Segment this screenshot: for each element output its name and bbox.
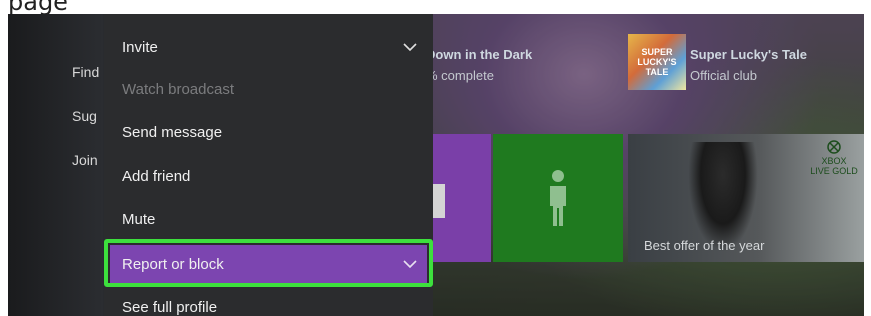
avatar-silhouette-icon bbox=[550, 170, 566, 226]
club-tile-subtitle: Official club bbox=[690, 68, 757, 83]
menu-item-label: Send message bbox=[122, 123, 223, 141]
menu-item-report-or-block[interactable]: Report or block bbox=[104, 239, 433, 287]
menu-item-label: Invite bbox=[122, 38, 158, 56]
menu-item-mute[interactable]: Mute bbox=[104, 200, 433, 238]
menu-item-label: See full profile bbox=[122, 298, 218, 316]
menu-item-send-message[interactable]: Send message bbox=[104, 113, 433, 151]
club-tile-title: Super Lucky's Tale bbox=[690, 47, 808, 62]
game-thumbnail-text: SUPER LUCKY'S TALE bbox=[637, 47, 677, 77]
menu-item-label: Add friend bbox=[122, 167, 191, 185]
chevron-down-icon bbox=[403, 260, 417, 269]
game-tile-title: Down in the Dark bbox=[426, 47, 533, 62]
top-cropped-strip: page bbox=[0, 0, 871, 14]
game-thumbnail[interactable]: SUPER LUCKY'S TALE bbox=[628, 34, 686, 90]
badge-line-1: XBOX bbox=[821, 156, 847, 166]
menu-item-label: Mute bbox=[122, 210, 156, 228]
promo-tile[interactable]: XBOX LIVE GOLD Best offer of the year bbox=[628, 134, 864, 262]
cropped-heading-text: page bbox=[8, 0, 68, 14]
badge-line-2: LIVE GOLD bbox=[810, 166, 858, 176]
xbox-live-gold-badge: XBOX LIVE GOLD bbox=[810, 140, 858, 176]
menu-item-invite[interactable]: Invite bbox=[104, 28, 433, 66]
left-panel: Find Sug Join bbox=[8, 14, 103, 316]
menu-item-label: Report or block bbox=[122, 255, 224, 273]
context-menu: Invite Watch broadcast Send message Add … bbox=[104, 14, 433, 316]
xbox-screen: Find Sug Join Down in the Dark % complet… bbox=[8, 14, 864, 316]
left-item-find[interactable]: Find bbox=[72, 64, 99, 80]
game-tile-progress: % complete bbox=[426, 68, 494, 83]
left-item-join[interactable]: Join bbox=[72, 152, 98, 168]
promo-caption: Best offer of the year bbox=[644, 238, 765, 253]
avatar-tile[interactable] bbox=[493, 134, 623, 262]
chevron-down-icon bbox=[403, 43, 417, 52]
scroll-handle bbox=[433, 184, 445, 218]
xbox-logo-icon bbox=[827, 140, 841, 154]
menu-item-add-friend[interactable]: Add friend bbox=[104, 157, 433, 195]
promo-character-image bbox=[688, 142, 758, 252]
left-item-suggestions[interactable]: Sug bbox=[72, 108, 97, 124]
menu-item-label: Watch broadcast bbox=[122, 80, 234, 98]
menu-item-watch-broadcast[interactable]: Watch broadcast bbox=[104, 70, 433, 108]
menu-item-see-full-profile[interactable]: See full profile bbox=[104, 288, 433, 316]
